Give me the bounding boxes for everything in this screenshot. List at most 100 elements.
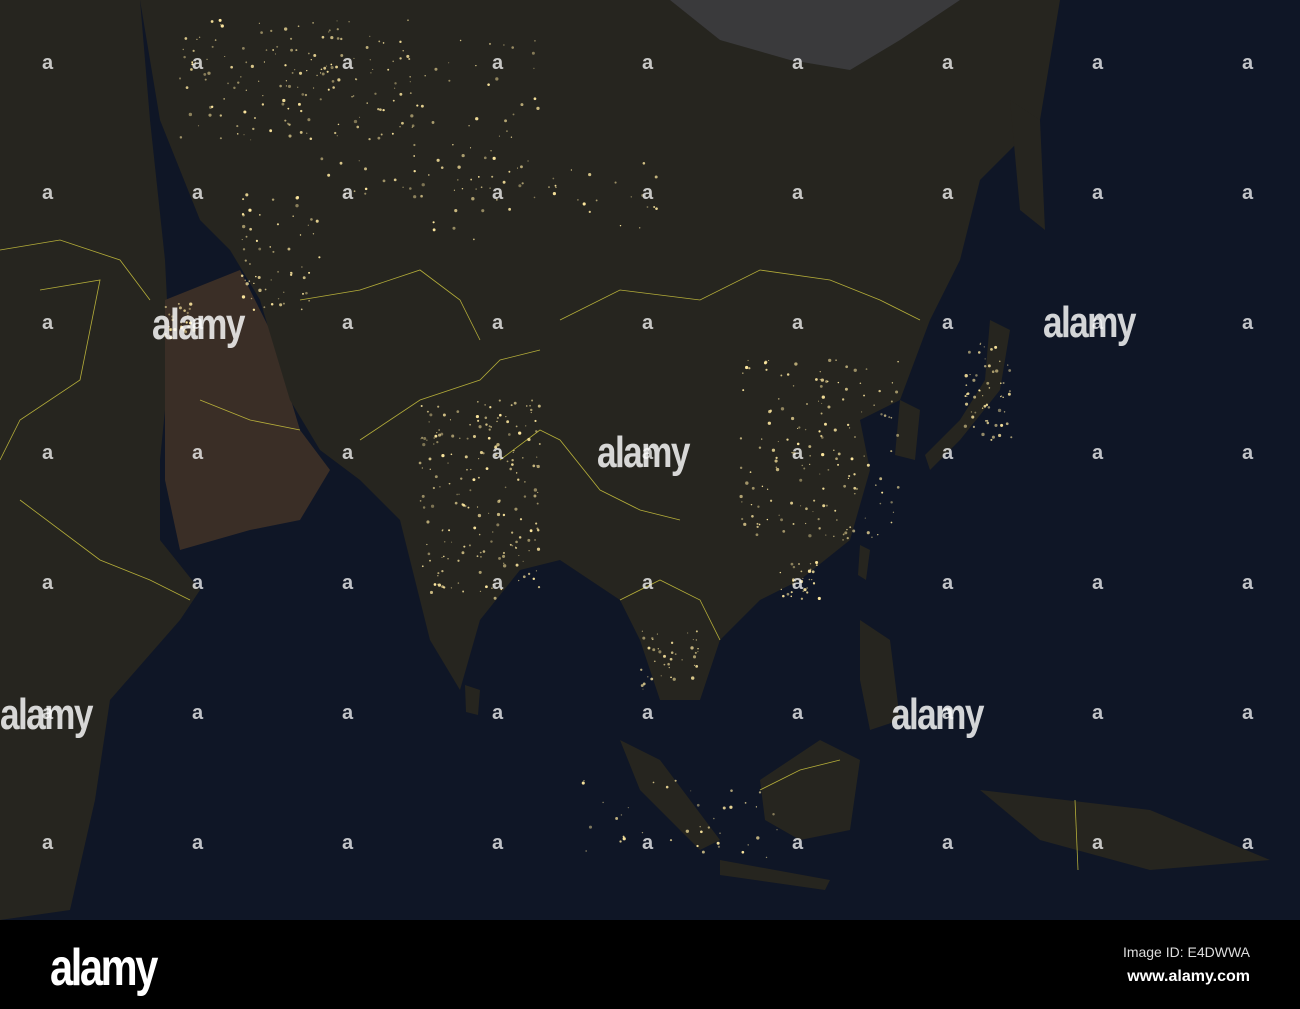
city-light: [824, 422, 827, 426]
city-light: [369, 59, 371, 61]
city-light: [297, 102, 301, 106]
city-light: [356, 125, 360, 129]
city-light: [476, 555, 479, 558]
city-light: [257, 275, 261, 279]
city-light: [269, 129, 273, 133]
city-light: [844, 531, 848, 535]
city-light: [437, 572, 440, 575]
city-light: [994, 345, 998, 349]
city-light: [508, 207, 512, 211]
city-light: [552, 177, 555, 180]
city-light: [423, 437, 427, 441]
city-light: [530, 412, 532, 414]
city-light: [484, 404, 486, 406]
city-light: [701, 850, 705, 854]
city-light: [799, 478, 803, 482]
city-light: [748, 367, 751, 370]
city-light: [747, 844, 749, 846]
city-light: [536, 547, 541, 551]
city-light: [241, 295, 246, 299]
city-light: [745, 481, 749, 485]
city-light: [461, 153, 465, 158]
city-light: [198, 36, 201, 38]
city-light: [332, 86, 335, 89]
city-light: [515, 425, 518, 428]
city-light: [861, 411, 863, 413]
city-light: [502, 513, 506, 517]
city-light: [837, 463, 840, 466]
city-light: [242, 198, 245, 201]
city-light: [653, 205, 656, 208]
city-light: [470, 178, 473, 181]
city-light: [581, 781, 585, 785]
city-light: [285, 85, 287, 87]
city-light: [456, 410, 460, 413]
city-light: [319, 98, 322, 101]
city-light: [730, 789, 733, 792]
city-light: [442, 413, 446, 417]
city-light: [854, 436, 856, 438]
city-light: [507, 433, 511, 436]
site-url[interactable]: www.alamy.com: [1127, 968, 1250, 986]
city-light: [515, 546, 518, 550]
city-light: [764, 360, 768, 364]
city-light: [475, 414, 480, 419]
city-light: [178, 77, 182, 80]
watermark-mark: a: [1242, 182, 1254, 204]
watermark-mark: a: [192, 832, 204, 854]
city-light: [309, 137, 313, 141]
watermark-mark: a: [792, 442, 804, 464]
city-light: [448, 79, 451, 82]
city-light: [821, 395, 825, 399]
city-light: [552, 192, 556, 196]
city-light: [502, 551, 506, 555]
city-light: [219, 23, 222, 26]
city-light: [669, 657, 673, 661]
city-light: [409, 187, 412, 190]
city-light: [449, 419, 452, 421]
watermark-mark: a: [642, 702, 654, 724]
watermark-mark: a: [792, 832, 804, 854]
city-light: [991, 370, 995, 373]
city-light: [290, 48, 294, 52]
watermark-mark: a: [342, 442, 354, 464]
city-light: [339, 161, 343, 165]
city-light: [525, 425, 527, 427]
city-light: [825, 504, 828, 507]
watermark-mark: a: [192, 572, 204, 594]
watermark-mark: a: [342, 52, 354, 74]
city-light: [694, 651, 697, 654]
city-light: [1002, 382, 1005, 385]
city-light: [236, 125, 239, 128]
city-light: [588, 825, 593, 829]
watermark-mark: a: [1092, 442, 1104, 464]
city-light: [478, 425, 482, 429]
city-light: [890, 501, 893, 504]
city-light: [308, 271, 311, 274]
city-light: [244, 259, 247, 262]
city-light: [467, 506, 470, 509]
city-light: [262, 95, 264, 97]
city-light: [475, 117, 479, 121]
city-light: [719, 832, 721, 834]
city-light: [297, 86, 299, 88]
city-light: [828, 358, 832, 363]
city-light: [419, 499, 422, 502]
city-light: [310, 218, 313, 221]
city-light: [448, 482, 451, 485]
city-light: [276, 223, 280, 226]
city-light: [786, 373, 790, 376]
city-light: [258, 80, 260, 82]
city-light: [477, 401, 479, 403]
city-light: [481, 209, 485, 213]
city-light: [533, 196, 536, 199]
city-light: [755, 533, 759, 537]
city-light: [422, 506, 426, 509]
city-light: [756, 836, 760, 840]
city-light: [530, 408, 533, 412]
city-light: [652, 638, 654, 641]
city-light: [538, 443, 541, 445]
watermark-mark: a: [942, 702, 954, 724]
city-light: [806, 591, 809, 594]
city-light: [513, 401, 517, 405]
